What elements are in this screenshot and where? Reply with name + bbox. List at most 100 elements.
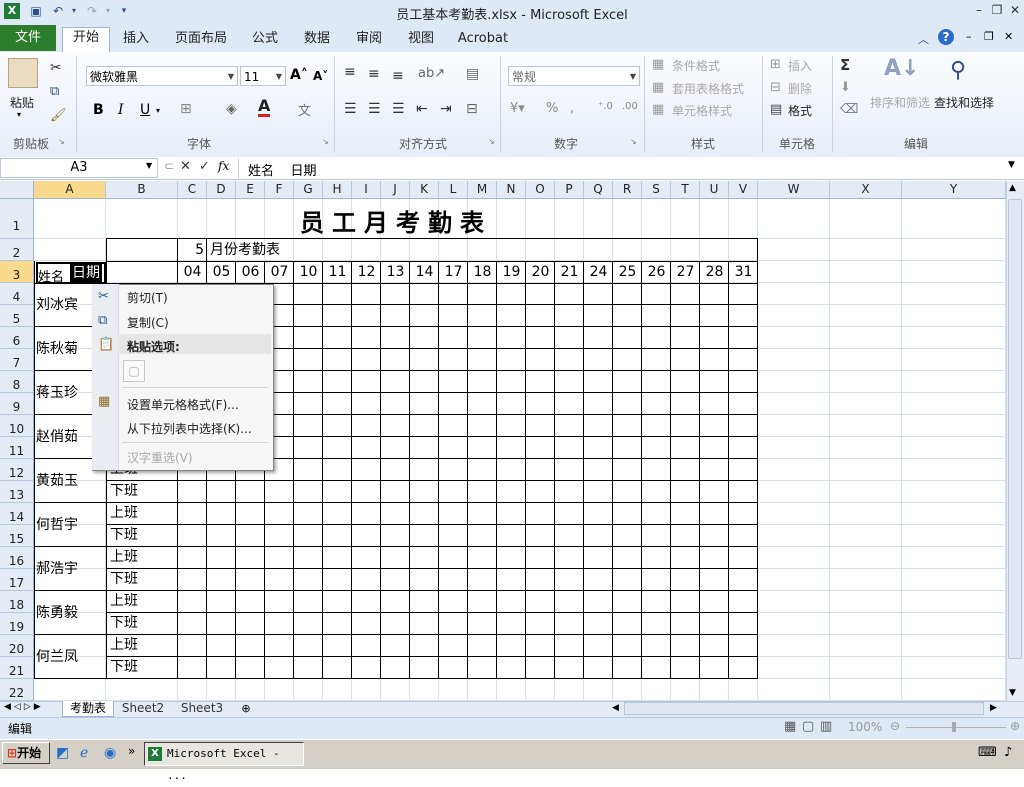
page-layout-view-icon[interactable]: ▢ xyxy=(802,719,814,734)
format-cells-button[interactable]: 格式 xyxy=(788,102,812,119)
new-sheet-icon[interactable]: ⊕ xyxy=(234,701,258,716)
number-launcher-icon[interactable]: ↘ xyxy=(630,137,637,146)
delete-cells-button[interactable]: 删除 xyxy=(788,80,812,97)
underline-dropdown-icon[interactable]: ▾ xyxy=(156,106,160,115)
cell-style-icon[interactable]: ▦ xyxy=(652,102,664,117)
taskbar-excel-window[interactable]: Microsoft Excel - ... xyxy=(144,742,304,782)
normal-view-icon[interactable]: ▦ xyxy=(784,719,796,734)
scroll-thumb[interactable] xyxy=(1008,199,1022,659)
row-header-6[interactable]: 6 xyxy=(0,327,34,349)
help-icon[interactable]: ? xyxy=(938,29,954,45)
sort-filter-icon[interactable]: A↓ xyxy=(884,56,919,81)
underline-button[interactable]: U xyxy=(140,102,150,118)
zoom-slider-thumb[interactable] xyxy=(952,722,956,732)
column-header-d[interactable]: D xyxy=(207,181,236,199)
bold-button[interactable]: B xyxy=(93,102,104,118)
row-header-19[interactable]: 19 xyxy=(0,613,34,635)
row-header-12[interactable]: 12 xyxy=(0,459,34,481)
font-name-combo[interactable]: 微软雅黑 ▼ xyxy=(86,66,238,86)
grow-font-icon[interactable]: A˄ xyxy=(290,67,308,83)
column-header-y[interactable]: Y xyxy=(902,181,1006,199)
increase-decimal-icon[interactable]: ⁺.0 xyxy=(598,101,613,112)
row-header-4[interactable]: 4 xyxy=(0,283,34,305)
paste-button[interactable]: 粘贴 xyxy=(10,94,34,111)
cond-format-icon[interactable]: ▦ xyxy=(652,57,664,72)
name-box[interactable]: A3 xyxy=(0,158,158,178)
restore-icon[interactable]: ❐ xyxy=(988,2,1006,18)
hscroll-right-icon[interactable]: ▶ xyxy=(990,703,997,713)
align-center-icon[interactable]: ☰ xyxy=(368,101,381,117)
row-header-2[interactable]: 2 xyxy=(0,239,34,261)
fill-icon[interactable]: ⬇ xyxy=(840,80,851,95)
row-header-14[interactable]: 14 xyxy=(0,503,34,525)
shrink-font-icon[interactable]: A˅ xyxy=(313,69,328,83)
align-launcher-icon[interactable]: ↘ xyxy=(488,137,495,146)
zoom-out-icon[interactable]: ⊖ xyxy=(890,719,900,733)
menu-item-format-cells[interactable]: 设置单元格格式(F)... xyxy=(127,396,239,413)
format-cells-icon[interactable]: ▤ xyxy=(770,102,782,117)
row-header-15[interactable]: 15 xyxy=(0,525,34,547)
scroll-down-icon[interactable]: ▼ xyxy=(1009,688,1016,698)
collapse-ribbon-icon[interactable]: ︿ xyxy=(918,31,929,47)
align-right-icon[interactable]: ☰ xyxy=(392,101,405,117)
sheet-tab-2[interactable]: Sheet2 xyxy=(116,701,170,716)
doc-minimize-icon[interactable]: – xyxy=(966,30,972,43)
row-header-10[interactable]: 10 xyxy=(0,415,34,437)
close-icon[interactable]: ✕ xyxy=(1006,2,1024,18)
font-launcher-icon[interactable]: ↘ xyxy=(322,137,329,146)
confirm-entry-icon[interactable]: ✓ xyxy=(199,159,210,174)
row-header-18[interactable]: 18 xyxy=(0,591,34,613)
zoom-level[interactable]: 100% xyxy=(848,720,882,734)
column-header-l[interactable]: L xyxy=(439,181,468,199)
clear-icon[interactable]: ⌫ xyxy=(840,102,858,117)
cut-icon[interactable]: ✂ xyxy=(50,60,62,76)
column-header-g[interactable]: G xyxy=(294,181,323,199)
ie-icon[interactable]: ℯ xyxy=(80,745,88,761)
tab-acrobat[interactable]: Acrobat xyxy=(452,29,514,51)
italic-button[interactable]: I xyxy=(118,102,124,118)
percent-icon[interactable]: % xyxy=(546,101,558,116)
doc-close-icon[interactable]: ✕ xyxy=(1004,30,1013,43)
cancel-entry-icon[interactable]: ✕ xyxy=(180,159,191,174)
merge-center-icon[interactable]: ⊟ xyxy=(466,101,478,117)
table-format-icon[interactable]: ▦ xyxy=(652,80,664,95)
menu-item-cut[interactable]: 剪切(T) xyxy=(127,289,168,306)
phonetic-icon[interactable]: 文 xyxy=(298,100,311,119)
column-header-m[interactable]: M xyxy=(468,181,497,199)
align-left-icon[interactable]: ☰ xyxy=(344,101,357,117)
expand-icon[interactable]: ⊂ xyxy=(164,159,174,173)
tab-page-layout[interactable]: 页面布局 xyxy=(168,29,234,51)
keyboard-icon[interactable]: ⌨ xyxy=(978,745,997,760)
tab-insert[interactable]: 插入 xyxy=(114,29,158,51)
column-header-p[interactable]: P xyxy=(555,181,584,199)
column-header-e[interactable]: E xyxy=(236,181,265,199)
scroll-up-icon[interactable]: ▲ xyxy=(1009,183,1016,193)
desktop-icon[interactable]: ◩ xyxy=(56,745,69,761)
decrease-decimal-icon[interactable]: .00 xyxy=(622,101,638,112)
font-color-icon[interactable]: A xyxy=(258,98,271,117)
row-header-11[interactable]: 11 xyxy=(0,437,34,459)
binoculars-icon[interactable]: ⚲ xyxy=(950,58,966,83)
row-header-21[interactable]: 21 xyxy=(0,657,34,679)
horizontal-scroll-thumb[interactable] xyxy=(624,702,984,715)
paste-option-icon[interactable]: ▢ xyxy=(123,360,145,382)
tab-data[interactable]: 数据 xyxy=(296,29,338,51)
column-header-b[interactable]: B xyxy=(106,181,178,199)
increase-indent-icon[interactable]: ⇥ xyxy=(440,101,452,117)
wrap-text-icon[interactable]: ▤ xyxy=(466,66,479,82)
format-painter-icon[interactable]: 🖌 xyxy=(50,108,67,123)
sheet-tab-3[interactable]: Sheet3 xyxy=(176,701,228,716)
more-icon[interactable]: » xyxy=(128,744,135,758)
align-bottom-icon[interactable]: ≡ xyxy=(392,68,404,84)
sheet-tab-kaoqin[interactable]: 考勤表 xyxy=(62,701,114,717)
column-header-k[interactable]: K xyxy=(410,181,439,199)
align-top-icon[interactable]: ≡ xyxy=(344,64,356,80)
minimize-icon[interactable]: – xyxy=(970,2,988,18)
sort-filter-button[interactable]: 排序和筛选 xyxy=(870,94,930,111)
font-size-combo[interactable]: 11 ▼ xyxy=(240,66,286,86)
column-header-f[interactable]: F xyxy=(265,181,294,199)
column-header-a[interactable]: A xyxy=(34,181,106,199)
column-header-q[interactable]: Q xyxy=(584,181,613,199)
column-header-x[interactable]: X xyxy=(830,181,902,199)
clipboard-launcher-icon[interactable]: ↘ xyxy=(58,137,65,146)
